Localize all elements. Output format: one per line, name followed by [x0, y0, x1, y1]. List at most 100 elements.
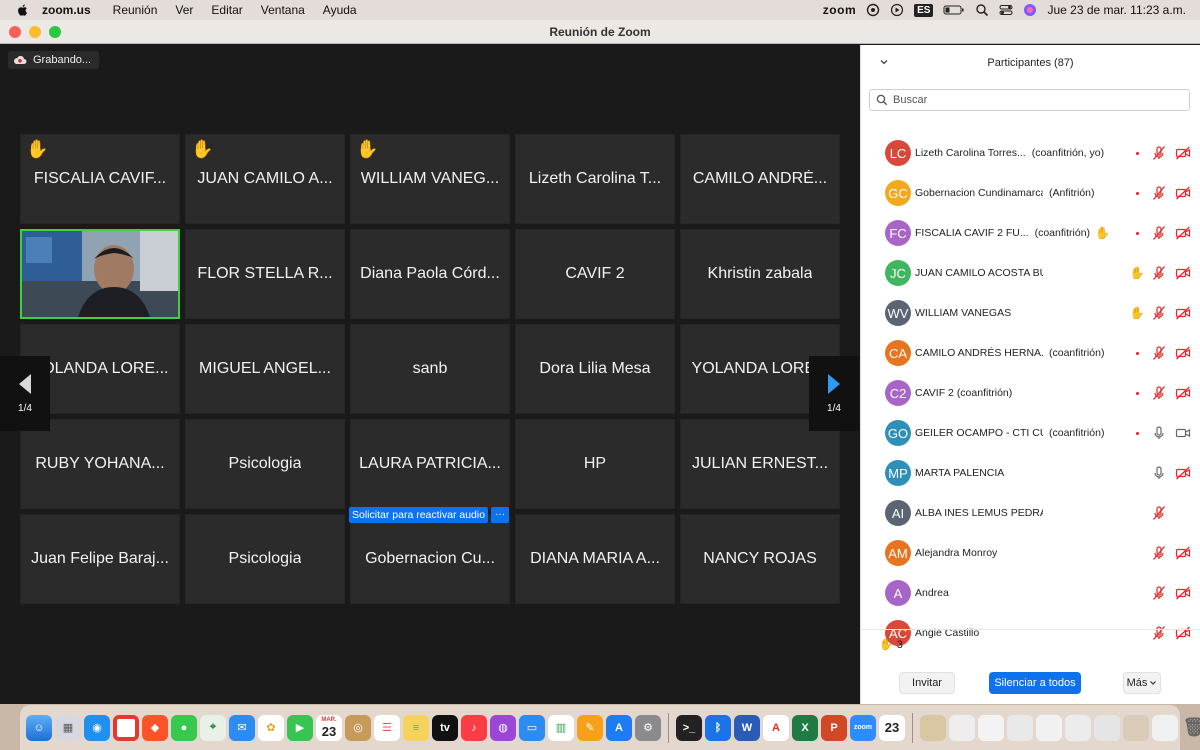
maps-icon[interactable]: ⌖ [200, 714, 226, 741]
brave-icon[interactable]: ◆ [142, 714, 168, 741]
participant-row[interactable]: AM Alejandra Monroy [861, 533, 1200, 573]
menu-ventana[interactable]: Ventana [261, 3, 305, 17]
messages-icon[interactable]: ● [171, 714, 197, 741]
more-button[interactable]: Más [1123, 672, 1161, 694]
music-icon[interactable]: ♪ [461, 714, 487, 741]
microphone-muted-icon[interactable] [1151, 185, 1167, 201]
calendar-widget-icon[interactable]: 23 [879, 714, 905, 741]
next-page-button[interactable]: 1/4 [809, 356, 859, 431]
close-window-button[interactable] [9, 25, 21, 38]
participant-tile[interactable]: ✋ WILLIAM VANEG... [350, 134, 510, 224]
control-center-icon[interactable] [999, 3, 1013, 17]
participant-tile[interactable]: ✋ JUAN CAMILO A... [185, 134, 345, 224]
clock[interactable]: Jue 23 de mar. 11:23 a.m. [1047, 3, 1186, 17]
finder-icon[interactable]: ☺ [26, 714, 52, 741]
podcasts-icon[interactable]: ◍ [490, 714, 516, 741]
menu-reunion[interactable]: Reunión [113, 3, 158, 17]
participant-tile[interactable]: DIANA MARIA A... [515, 514, 675, 604]
microphone-icon[interactable] [1151, 465, 1167, 481]
numbers-icon[interactable]: ▥ [548, 714, 574, 741]
participant-tile[interactable]: CAMILO ANDRÉ... [680, 134, 840, 224]
microphone-muted-icon[interactable] [1151, 145, 1167, 161]
zoom-window-button[interactable] [49, 25, 61, 38]
app-store-icon[interactable]: A [606, 714, 632, 741]
launchpad-icon[interactable]: ▦ [55, 714, 81, 741]
camera-off-icon[interactable] [1175, 345, 1191, 361]
apple-tv-icon[interactable]: tv [432, 714, 458, 741]
pages-icon[interactable]: ✎ [577, 714, 603, 741]
camera-off-icon[interactable] [1175, 585, 1191, 601]
participant-tile[interactable]: sanb [350, 324, 510, 414]
mail-icon[interactable]: ✉ [229, 714, 255, 741]
camera-off-icon[interactable] [1175, 225, 1191, 241]
camera-off-icon[interactable] [1175, 545, 1191, 561]
search-input[interactable] [893, 94, 1173, 106]
menu-ver[interactable]: Ver [175, 3, 193, 17]
participant-tile[interactable]: Psicologia [185, 514, 345, 604]
mute-all-button[interactable]: Silenciar a todos [989, 672, 1081, 694]
microphone-icon[interactable] [1151, 425, 1167, 441]
camera-off-icon[interactable] [1175, 265, 1191, 281]
participant-tile[interactable]: RUBY YOHANA... [20, 419, 180, 509]
recent-file-icon[interactable] [1065, 714, 1091, 741]
powerpoint-icon[interactable]: P [821, 714, 847, 741]
participant-tile[interactable]: Psicologia [185, 419, 345, 509]
participant-tile[interactable]: FLOR STELLA R... [185, 229, 345, 319]
request-unmute-button[interactable]: Solicitar para reactivar audio [349, 507, 489, 523]
camera-off-icon[interactable] [1175, 305, 1191, 321]
video-tile-active-speaker[interactable] [20, 229, 180, 319]
participant-row[interactable]: CA CAMILO ANDRÉS HERNA... (coanfitrión) [861, 333, 1200, 373]
system-preferences-icon[interactable]: ⚙ [635, 714, 661, 741]
participant-row[interactable]: GO GEILER OCAMPO - CTI CU... (coanfitrión) [861, 413, 1200, 453]
microphone-muted-icon[interactable] [1151, 345, 1167, 361]
camera-off-icon[interactable] [1175, 145, 1191, 161]
play-icon[interactable] [890, 3, 904, 17]
window-titlebar[interactable]: Reunión de Zoom [0, 20, 1200, 44]
recent-file-icon[interactable] [1007, 714, 1033, 741]
participant-row[interactable]: GC Gobernacion Cundinamarca... (Anfitrión) [861, 173, 1200, 213]
recent-file-icon[interactable] [949, 714, 975, 741]
contacts-icon[interactable]: ◎ [345, 714, 371, 741]
participant-tile[interactable]: Diana Paola Córd... [350, 229, 510, 319]
microphone-muted-icon[interactable] [1151, 585, 1167, 601]
notes-icon[interactable]: ≡ [403, 714, 429, 741]
microphone-muted-icon[interactable] [1151, 505, 1167, 521]
previous-page-button[interactable]: 1/4 [0, 356, 50, 431]
participant-tile[interactable]: LAURA PATRICIA... [350, 419, 510, 509]
apple-logo-icon[interactable] [16, 3, 30, 17]
zoom-app-icon[interactable]: zoom [850, 714, 876, 741]
participant-tile[interactable]: Juan Felipe Baraj... [20, 514, 180, 604]
participant-row[interactable]: JC JUAN CAMILO ACOSTA BUELVAS ✋ [861, 253, 1200, 293]
participant-tile[interactable]: CAVIF 2 [515, 229, 675, 319]
trash-icon[interactable]: 🗑 [1181, 715, 1200, 741]
recording-indicator[interactable]: Grabando... [8, 51, 100, 69]
participant-row[interactable]: C2 CAVIF 2 (coanfitrión) [861, 373, 1200, 413]
participant-tile[interactable]: NANCY ROJAS [680, 514, 840, 604]
chevron-down-icon[interactable] [879, 57, 889, 67]
participant-tile[interactable]: Khristin zabala [680, 229, 840, 319]
keynote-icon[interactable]: ▭ [519, 714, 545, 741]
siri-icon[interactable] [1023, 3, 1037, 17]
participant-tile[interactable]: Solicitar para reactivar audio ··· Goberna… [349, 507, 510, 604]
photos-icon[interactable]: ✿ [258, 714, 284, 741]
battery-icon[interactable] [943, 3, 965, 17]
creative-cloud-icon[interactable] [866, 3, 880, 17]
recent-file-icon[interactable] [978, 714, 1004, 741]
tile-more-button[interactable]: ··· [491, 507, 510, 523]
calendar-icon[interactable]: MAR. 23 [316, 714, 342, 741]
bluetooth-icon[interactable]: ᛒ [705, 714, 731, 741]
chrome-icon[interactable] [113, 714, 139, 741]
recent-file-icon[interactable] [1152, 714, 1178, 741]
reminders-icon[interactable]: ☰ [374, 714, 400, 741]
camera-off-icon[interactable] [1175, 385, 1191, 401]
microphone-muted-icon[interactable] [1151, 545, 1167, 561]
facetime-icon[interactable]: ▶ [287, 714, 313, 741]
microphone-muted-icon[interactable] [1151, 265, 1167, 281]
menu-app-name[interactable]: zoom.us [42, 3, 91, 17]
participant-row[interactable]: LC Lizeth Carolina Torres... (coanfitrión,… [861, 133, 1200, 173]
invite-button[interactable]: Invitar [899, 672, 955, 694]
participant-tile[interactable]: Lizeth Carolina T... [515, 134, 675, 224]
camera-off-icon[interactable] [1175, 185, 1191, 201]
participant-row[interactable]: A Andrea [861, 573, 1200, 613]
participant-tile[interactable]: JULIAN ERNEST... [680, 419, 840, 509]
